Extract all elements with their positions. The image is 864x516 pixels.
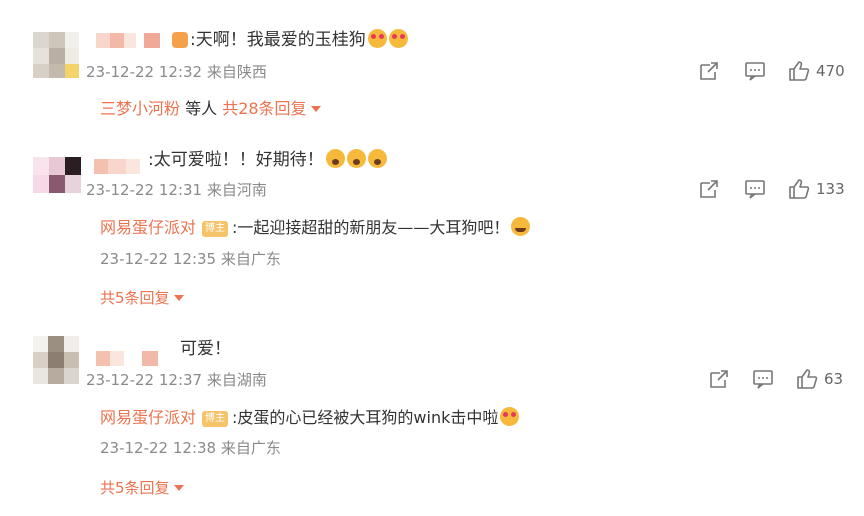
- reply-time: 23-12-22 12:35 来自广东: [100, 250, 281, 268]
- thumbs-up-icon[interactable]: [796, 368, 818, 390]
- share-icon[interactable]: [698, 178, 720, 200]
- avatar[interactable]: [33, 32, 79, 78]
- chevron-down-icon: [173, 485, 184, 491]
- comment-text: :太可爱啦！！好期待！: [148, 149, 387, 171]
- like-count: 133: [816, 180, 845, 198]
- more-replies-link[interactable]: 共5条回复: [100, 477, 184, 499]
- thumbs-up-icon[interactable]: [788, 60, 810, 82]
- blogger-badge: 博主: [202, 221, 229, 237]
- chevron-down-icon: [310, 106, 321, 112]
- comment-time: 23-12-22 12:31 来自河南: [86, 181, 267, 199]
- thumbs-up-icon[interactable]: [788, 178, 810, 200]
- heart-eyes-emoji-icon: [367, 29, 387, 48]
- scared-face-emoji-icon: [346, 149, 366, 168]
- happy-face-emoji-icon: [511, 217, 531, 236]
- comment-actions: 133: [698, 178, 848, 200]
- replies-summary[interactable]: 三梦小河粉 等人 共28条回复: [100, 98, 321, 120]
- share-icon[interactable]: [708, 368, 730, 390]
- reply-user-link[interactable]: 网易蛋仔派对: [100, 218, 196, 237]
- reply-user-link[interactable]: 三梦小河粉: [100, 99, 180, 118]
- username-blurred[interactable]: [94, 159, 146, 174]
- comment-text: 可爱！: [180, 339, 231, 359]
- comment-icon[interactable]: [744, 60, 766, 82]
- comment-actions: 63: [708, 368, 848, 390]
- reply-user-link[interactable]: 网易蛋仔派对: [100, 408, 196, 427]
- avatar[interactable]: [33, 157, 81, 193]
- replies-count-link[interactable]: 共28条回复: [217, 99, 306, 118]
- wink-kiss-emoji-icon: [500, 407, 520, 426]
- crown-emoji-icon: [172, 32, 188, 48]
- like-count: 470: [816, 62, 845, 80]
- share-icon[interactable]: [698, 60, 720, 82]
- comment-time: 23-12-22 12:37 来自湖南: [86, 371, 267, 389]
- like-count: 63: [824, 370, 844, 388]
- comment-icon[interactable]: [752, 368, 774, 390]
- comment-actions: 470: [698, 60, 848, 82]
- avatar[interactable]: [33, 336, 79, 384]
- heart-eyes-emoji-icon: [388, 29, 408, 48]
- comment-icon[interactable]: [744, 178, 766, 200]
- comment-text: :天啊！我最爱的玉桂狗: [172, 29, 408, 51]
- reply-text: 网易蛋仔派对 博主:皮蛋的心已经被大耳狗的wink击中啦: [100, 407, 520, 429]
- username-blurred[interactable]: [96, 351, 162, 366]
- chevron-down-icon: [173, 295, 184, 301]
- comment-time: 23-12-22 12:32 来自陕西: [86, 63, 267, 81]
- more-replies-link[interactable]: 共5条回复: [100, 287, 184, 309]
- reply-text: 网易蛋仔派对 博主:一起迎接超甜的新朋友——大耳狗吧！: [100, 217, 531, 239]
- scared-face-emoji-icon: [325, 149, 345, 168]
- reply-time: 23-12-22 12:38 来自广东: [100, 439, 281, 457]
- username-blurred[interactable]: [96, 33, 162, 48]
- blogger-badge: 博主: [202, 411, 229, 427]
- scared-face-emoji-icon: [367, 149, 387, 168]
